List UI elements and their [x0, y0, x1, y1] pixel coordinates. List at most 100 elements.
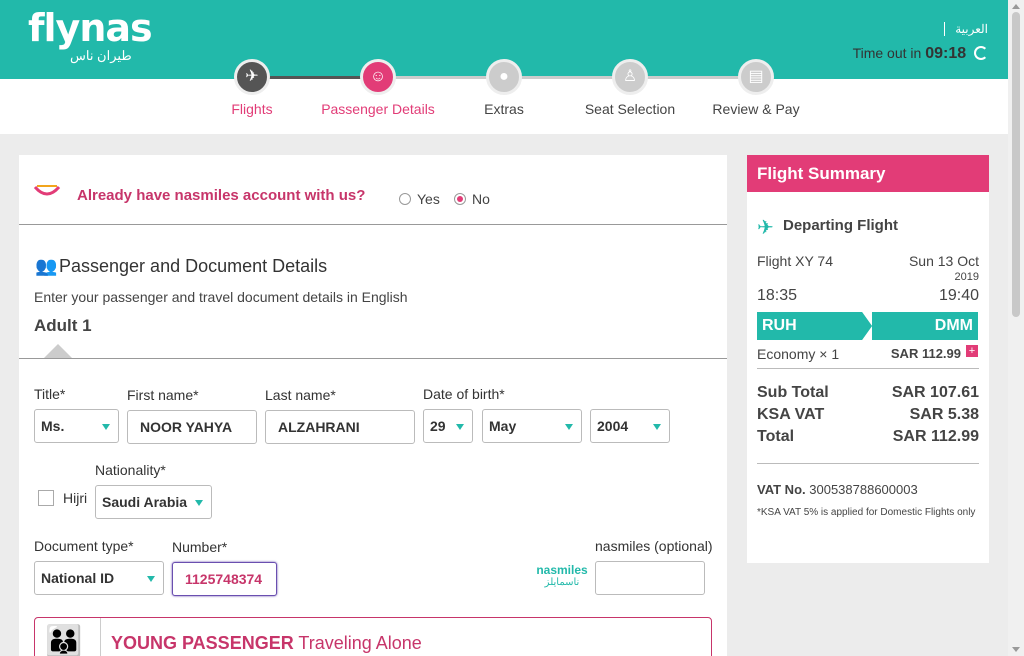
flight-summary-title: Flight Summary [747, 155, 989, 192]
step-flights[interactable]: ✈ Flights [182, 59, 322, 117]
flight-summary-panel: Flight Summary ✈ Departing Flight Flight… [747, 155, 989, 563]
fare-class: Economy × 1 [757, 346, 840, 362]
vat-number-label: VAT No. [757, 482, 806, 497]
step-label: Review & Pay [712, 101, 800, 117]
nasmiles-logo-ar: ناسمايلز [544, 577, 580, 588]
radio-yes-label: Yes [417, 191, 440, 207]
young-passenger-title: YOUNG PASSENGER Traveling Alone [111, 633, 422, 654]
step-label: Flights [231, 101, 273, 117]
title-select[interactable]: Ms. [34, 409, 119, 443]
radio-circle [399, 193, 411, 205]
subtotal-label: Sub Total [757, 384, 829, 401]
payment-icon: ▤ [738, 59, 774, 95]
scrollbar-thumb[interactable] [1012, 12, 1020, 317]
vat-number: VAT No. 300538788600003 [757, 482, 918, 497]
nasmiles-input[interactable] [595, 561, 705, 595]
title-label: Title* [34, 386, 66, 402]
expand-plus-icon[interactable]: + [966, 345, 978, 357]
seat-icon: ♙ [612, 59, 648, 95]
nationality-label: Nationality* [95, 462, 166, 478]
fare-price: SAR 112.99 [890, 346, 961, 361]
passengers-icon: ☺ [360, 59, 396, 95]
departure-time: 18:35 [757, 287, 798, 304]
document-type-select[interactable]: National ID [34, 561, 164, 595]
first-name-label: First name* [127, 387, 199, 403]
adult-tab[interactable]: Adult 1 [34, 316, 92, 336]
step-label: Extras [484, 101, 524, 117]
session-timeout: Time out in 09:18 [853, 45, 988, 63]
page-scrollbar[interactable] [1008, 0, 1024, 656]
step-label: Passenger Details [321, 101, 435, 117]
section-subtitle: Enter your passenger and travel document… [34, 289, 408, 305]
divider [757, 463, 979, 464]
arrival-time: 19:40 [938, 287, 979, 304]
young-title-bold: YOUNG PASSENGER [111, 633, 294, 653]
nasmiles-account-question: Already have nasmiles account with us? [77, 187, 366, 204]
vat-number-value: 300538788600003 [809, 482, 918, 497]
adult-tab-pointer [43, 344, 73, 359]
document-type-label: Document type* [34, 538, 134, 554]
nasmiles-logo-en: nasmiles [536, 563, 588, 577]
step-passenger-details[interactable]: ☺ Passenger Details [308, 59, 448, 117]
step-seat-selection[interactable]: ♙ Seat Selection [560, 59, 700, 117]
family-icon: 👪 [45, 625, 83, 656]
nasmiles-smile-icon [33, 185, 61, 196]
total-label: Total [757, 428, 795, 445]
radio-yes[interactable]: Yes [399, 191, 440, 207]
vat-note: *KSA VAT 5% is applied for Domestic Flig… [757, 507, 976, 518]
document-number-label: Number* [172, 539, 228, 555]
departing-flight-label: Departing Flight [783, 217, 898, 234]
document-number-input[interactable]: 1125748374 [172, 562, 277, 596]
dob-month-select[interactable]: May [482, 409, 582, 443]
route-arrow-icon [862, 312, 872, 340]
radio-circle [454, 193, 466, 205]
section-title: Passenger and Document Details [59, 256, 328, 276]
nasmiles-logo: nasmiles ناسمايلز [536, 543, 588, 588]
nasmiles-label: nasmiles (optional) [595, 538, 713, 554]
radio-no-label: No [472, 191, 490, 207]
scroll-up-icon[interactable] [1012, 4, 1020, 9]
radio-no[interactable]: No [454, 191, 490, 207]
divider [757, 368, 979, 369]
scroll-down-icon[interactable] [1012, 647, 1020, 652]
nasmiles-account-section: Already have nasmiles account with us? Y… [19, 155, 727, 225]
last-name-input[interactable]: ALZAHRANI [265, 410, 415, 444]
route-bar: RUH DMM [757, 312, 978, 340]
plane-icon: ✈ [757, 217, 774, 239]
hijri-checkbox[interactable] [38, 490, 54, 506]
nationality-select[interactable]: Saudi Arabia [95, 485, 212, 519]
young-passenger-box[interactable]: 👪 YOUNG PASSENGER Traveling Alone [34, 617, 712, 656]
total-value: SAR 112.99 [892, 428, 979, 445]
passengers-icon: 👥 [35, 256, 58, 276]
passenger-form-panel: Already have nasmiles account with us? Y… [19, 155, 727, 656]
hijri-label: Hijri [63, 490, 88, 506]
vat-label: KSA VAT [757, 406, 825, 423]
plane-icon: ✈ [234, 59, 270, 95]
divider [19, 358, 727, 359]
divider [100, 618, 101, 656]
first-name-input[interactable]: NOOR YAHYA [127, 410, 257, 444]
meal-icon: ● [486, 59, 522, 95]
timeout-value: 09:18 [925, 45, 967, 62]
language-switch[interactable]: العربية [944, 22, 988, 36]
step-extras[interactable]: ● Extras [434, 59, 574, 117]
last-name-label: Last name* [265, 387, 336, 403]
logo-text-ar: طيران ناس [70, 48, 132, 63]
dob-label: Date of birth* [423, 386, 505, 402]
young-title-rest: Traveling Alone [293, 633, 422, 653]
timeout-label: Time out in [852, 45, 922, 61]
flynas-logo[interactable]: flynas طيران ناس [28, 6, 153, 63]
step-label: Seat Selection [584, 101, 676, 117]
flight-year: 2019 [954, 271, 979, 283]
route-from: RUH [762, 317, 797, 334]
vat-value: SAR 5.38 [909, 406, 979, 423]
flight-date: Sun 13 Oct [908, 253, 979, 269]
dob-year-select[interactable]: 2004 [590, 409, 670, 443]
step-review-pay[interactable]: ▤ Review & Pay [686, 59, 826, 117]
logo-text-en: flynas [28, 6, 153, 50]
flight-number: Flight XY 74 [757, 253, 834, 269]
dob-day-select[interactable]: 29 [423, 409, 473, 443]
refresh-icon[interactable] [974, 46, 988, 60]
route-to: DMM [934, 317, 973, 334]
subtotal-value: SAR 107.61 [891, 384, 979, 401]
